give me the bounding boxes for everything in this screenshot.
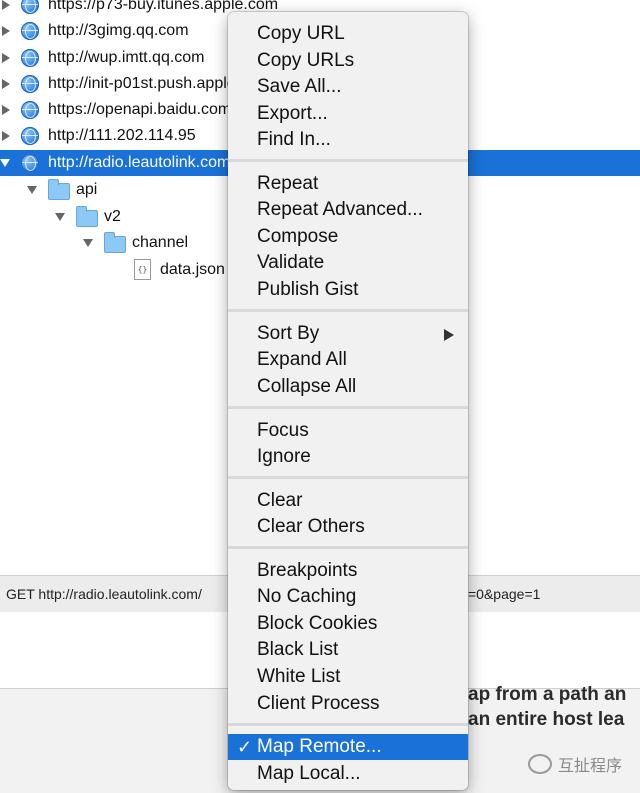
globe-icon (21, 49, 39, 67)
menu-item-compose[interactable]: Compose (228, 224, 468, 250)
menu-item-save-all[interactable]: Save All... (228, 74, 468, 100)
menu-item-label: Client Process (257, 693, 380, 714)
menu-item-label: Expand All (257, 349, 347, 370)
menu-item-label: Black List (257, 639, 339, 660)
watermark-text: 互扯程序 (558, 758, 623, 775)
menu-item-clear[interactable]: Clear (228, 488, 468, 514)
folder-label: api (76, 181, 98, 198)
globe-icon (21, 101, 39, 119)
file-label: data.json (160, 261, 225, 278)
folder-icon (76, 206, 98, 227)
menu-item-label: Block Cookies (257, 613, 378, 634)
disclosure-triangle-icon[interactable] (2, 131, 10, 141)
disclosure-triangle-icon[interactable] (55, 213, 65, 221)
globe-icon (21, 154, 39, 172)
menu-item-label: Copy URLs (257, 50, 355, 71)
host-label: http://radio.leautolink.com (48, 154, 231, 171)
menu-item-validate[interactable]: Validate (228, 250, 468, 276)
menu-item-black-list[interactable]: Black List (228, 637, 468, 663)
status-request-line: GET http://radio.leautolink.com/ (6, 586, 202, 602)
menu-item-label: Map Remote... (257, 736, 382, 757)
menu-item-label: Sort By (257, 323, 320, 344)
disclosure-triangle-icon[interactable] (0, 159, 10, 167)
menu-item-block-cookies[interactable]: Block Cookies (228, 611, 468, 637)
menu-item-breakpoints[interactable]: Breakpoints (228, 558, 468, 584)
host-label: https://openapi.baidu.com (48, 101, 232, 118)
disclosure-triangle-icon[interactable] (83, 239, 93, 247)
checkmark-icon: ✓ (237, 737, 253, 757)
host-label: http://3gimg.qq.com (48, 22, 189, 39)
menu-item-label: Export... (257, 103, 328, 124)
menu-item-label: Find In... (257, 129, 331, 150)
menu-item-white-list[interactable]: White List (228, 664, 468, 690)
menu-item-map-local[interactable]: Map Local... (228, 761, 468, 787)
menu-item-client-process[interactable]: Client Process (228, 691, 468, 717)
menu-item-export[interactable]: Export... (228, 101, 468, 127)
menu-item-focus[interactable]: Focus (228, 418, 468, 444)
disclosure-triangle-icon[interactable] (27, 186, 37, 194)
menu-item-label: Publish Gist (257, 279, 359, 300)
menu-item-label: Copy URL (257, 23, 345, 44)
menu-item-label: Compose (257, 226, 339, 247)
menu-separator (228, 723, 468, 726)
menu-item-label: Collapse All (257, 376, 357, 397)
disclosure-triangle-icon[interactable] (2, 53, 10, 63)
host-label: http://111.202.114.95 (48, 127, 196, 144)
disclosure-triangle-icon[interactable] (2, 79, 10, 89)
menu-item-repeat[interactable]: Repeat (228, 171, 468, 197)
globe-icon (21, 75, 39, 93)
menu-item-label: Breakpoints (257, 560, 358, 581)
menu-item-repeat-advanced[interactable]: Repeat Advanced... (228, 197, 468, 223)
menu-item-label: Validate (257, 252, 325, 273)
menu-separator (228, 476, 468, 479)
menu-item-clear-others[interactable]: Clear Others (228, 514, 468, 540)
menu-item-label: Repeat Advanced... (257, 199, 423, 220)
menu-item-collapse-all[interactable]: Collapse All (228, 374, 468, 400)
menu-item-sort-by[interactable]: Sort By (228, 321, 468, 347)
status-request-query: =0&page=1 (468, 586, 541, 602)
menu-item-label: Repeat (257, 173, 319, 194)
globe-icon (21, 0, 39, 14)
document-text-line: ap from a path an (468, 684, 627, 705)
menu-item-publish-gist[interactable]: Publish Gist (228, 277, 468, 303)
menu-item-label: Clear (257, 490, 303, 511)
menu-separator (228, 406, 468, 409)
menu-item-label: Ignore (257, 446, 311, 467)
disclosure-triangle-icon[interactable] (2, 26, 10, 36)
context-menu: Copy URL Copy URLs Save All... Export...… (228, 12, 468, 790)
menu-separator (228, 159, 468, 162)
submenu-arrow-icon (444, 329, 454, 341)
menu-item-label: Map Local... (257, 763, 361, 784)
menu-separator (228, 546, 468, 549)
document-text-line: an entire host lea (468, 709, 625, 730)
menu-item-label: Focus (257, 420, 309, 441)
folder-icon (48, 179, 70, 200)
menu-item-label: No Caching (257, 586, 357, 607)
menu-separator (228, 309, 468, 312)
menu-item-expand-all[interactable]: Expand All (228, 347, 468, 373)
menu-item-copy-url[interactable]: Copy URL (228, 21, 468, 47)
menu-item-ignore[interactable]: Ignore (228, 444, 468, 470)
json-file-icon: {} (134, 259, 151, 280)
menu-item-copy-urls[interactable]: Copy URLs (228, 48, 468, 74)
menu-item-find-in[interactable]: Find In... (228, 127, 468, 153)
folder-icon (104, 232, 126, 253)
folder-label: channel (132, 234, 189, 251)
disclosure-triangle-icon[interactable] (2, 0, 10, 10)
menu-item-label: White List (257, 666, 341, 687)
host-label: http://wup.imtt.qq.com (48, 49, 205, 66)
wechat-icon (528, 754, 552, 774)
globe-icon (21, 127, 39, 145)
menu-item-label: Clear Others (257, 516, 365, 537)
folder-label: v2 (104, 208, 121, 225)
menu-item-no-caching[interactable]: No Caching (228, 584, 468, 610)
menu-item-map-remote[interactable]: ✓ Map Remote... (228, 734, 468, 760)
disclosure-triangle-icon[interactable] (2, 105, 10, 115)
watermark: 互扯程序 (528, 752, 622, 776)
menu-item-label: Save All... (257, 76, 342, 97)
globe-icon (21, 22, 39, 40)
